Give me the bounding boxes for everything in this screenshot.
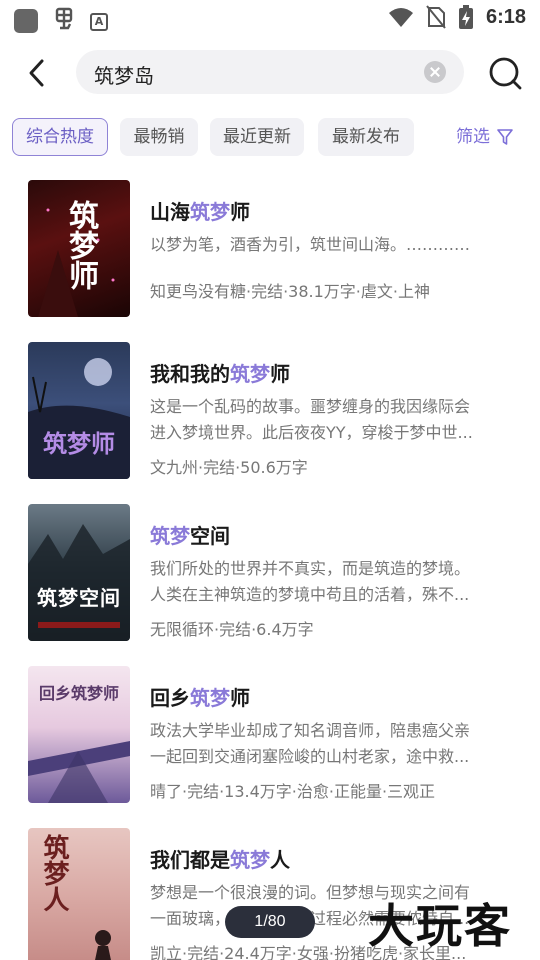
book-cover: 筑梦空间 — [28, 504, 130, 641]
book-meta: 知更鸟没有糖·完结·38.1万字·虐文·上神 — [150, 282, 430, 301]
cover-title: 筑梦师 — [43, 429, 115, 458]
list-item[interactable]: 筑梦空间 筑梦空间 我们所处的世界并不真实，而是筑造的梦境。 人类在主神筑造的梦… — [0, 504, 540, 644]
clock: 6:18 — [485, 5, 526, 28]
chip-recently-updated[interactable]: 最近更新 — [210, 118, 304, 156]
book-cover: 筑梦人 — [28, 828, 130, 960]
book-title: 我们都是筑梦人 — [150, 848, 290, 872]
book-title: 筑梦空间 — [150, 524, 230, 548]
funnel-icon — [497, 129, 513, 145]
sort-chips: 综合热度 最畅销 最近更新 最新发布 筛选 — [12, 118, 532, 158]
search-input[interactable]: 筑梦岛 — [76, 50, 464, 94]
list-item[interactable]: 筑梦师 山海筑梦师 以梦为笔，酒香为引，筑世间山海。………… 知更鸟没有糖·完结… — [0, 180, 540, 320]
list-item[interactable]: 筑梦师 我和我的筑梦师 这是一个乱码的故事。噩梦缠身的我因缘际会 进入梦境世界。… — [0, 342, 540, 482]
battery-charging-icon — [458, 5, 473, 29]
page-indicator: 1/80 — [225, 906, 315, 938]
list-item[interactable]: 回乡筑梦师 回乡筑梦师 政法大学毕业却成了知名调音师，陪患癌父亲 一起回到交通闭… — [0, 666, 540, 806]
app-icon — [14, 8, 38, 33]
chip-newest[interactable]: 最新发布 — [318, 118, 414, 156]
book-title: 我和我的筑梦师 — [150, 362, 290, 386]
cover-title: 筑梦空间 — [37, 586, 121, 610]
bug-icon — [52, 6, 76, 35]
book-title: 山海筑梦师 — [150, 200, 250, 224]
filter-label: 筛选 — [456, 127, 490, 147]
search-header: 筑梦岛 — [0, 44, 540, 104]
search-query-text[interactable]: 筑梦岛 — [94, 60, 154, 89]
book-description: 政法大学毕业却成了知名调音师，陪患癌父亲 一起回到交通闭塞险峻的山村老家，途中救… — [150, 721, 471, 766]
book-description: 这是一个乱码的故事。噩梦缠身的我因缘际会 进入梦境世界。此后夜夜YY，穿梭于梦中… — [150, 397, 473, 442]
book-cover: 回乡筑梦师 — [28, 666, 130, 803]
clear-icon[interactable] — [424, 61, 446, 83]
wifi-icon — [388, 8, 413, 27]
watermark: 大玩客 — [368, 899, 512, 953]
search-button[interactable] — [488, 56, 524, 92]
status-bar: A 6:18 — [0, 0, 540, 36]
no-sim-icon — [426, 5, 446, 29]
cover-title: 筑梦人 — [39, 834, 69, 912]
book-description: 我们所处的世界并不真实，而是筑造的梦境。 人类在主神筑造的梦境中苟且的活着，殊不… — [150, 559, 471, 604]
book-cover: 筑梦师 — [28, 180, 130, 317]
book-cover: 筑梦师 — [28, 342, 130, 479]
book-description: 以梦为笔，酒香为引，筑世间山海。………… — [150, 235, 471, 254]
book-meta: 无限循环·完结·6.4万字 — [150, 620, 314, 639]
cover-title: 筑梦师 — [63, 200, 98, 290]
a-icon: A — [90, 12, 108, 31]
chip-comprehensive[interactable]: 综合热度 — [12, 118, 108, 156]
book-meta: 文九州·完结·50.6万字 — [150, 458, 308, 477]
filter-button[interactable]: 筛选 — [456, 118, 514, 156]
cover-title: 回乡筑梦师 — [38, 684, 119, 703]
chip-bestselling[interactable]: 最畅销 — [120, 118, 198, 156]
back-button[interactable] — [22, 56, 52, 90]
search-icon — [489, 57, 522, 90]
book-meta: 晴了·完结·13.4万字·治愈·正能量·三观正 — [150, 782, 436, 801]
chevron-left-icon — [29, 59, 44, 87]
book-title: 回乡筑梦师 — [150, 686, 250, 710]
